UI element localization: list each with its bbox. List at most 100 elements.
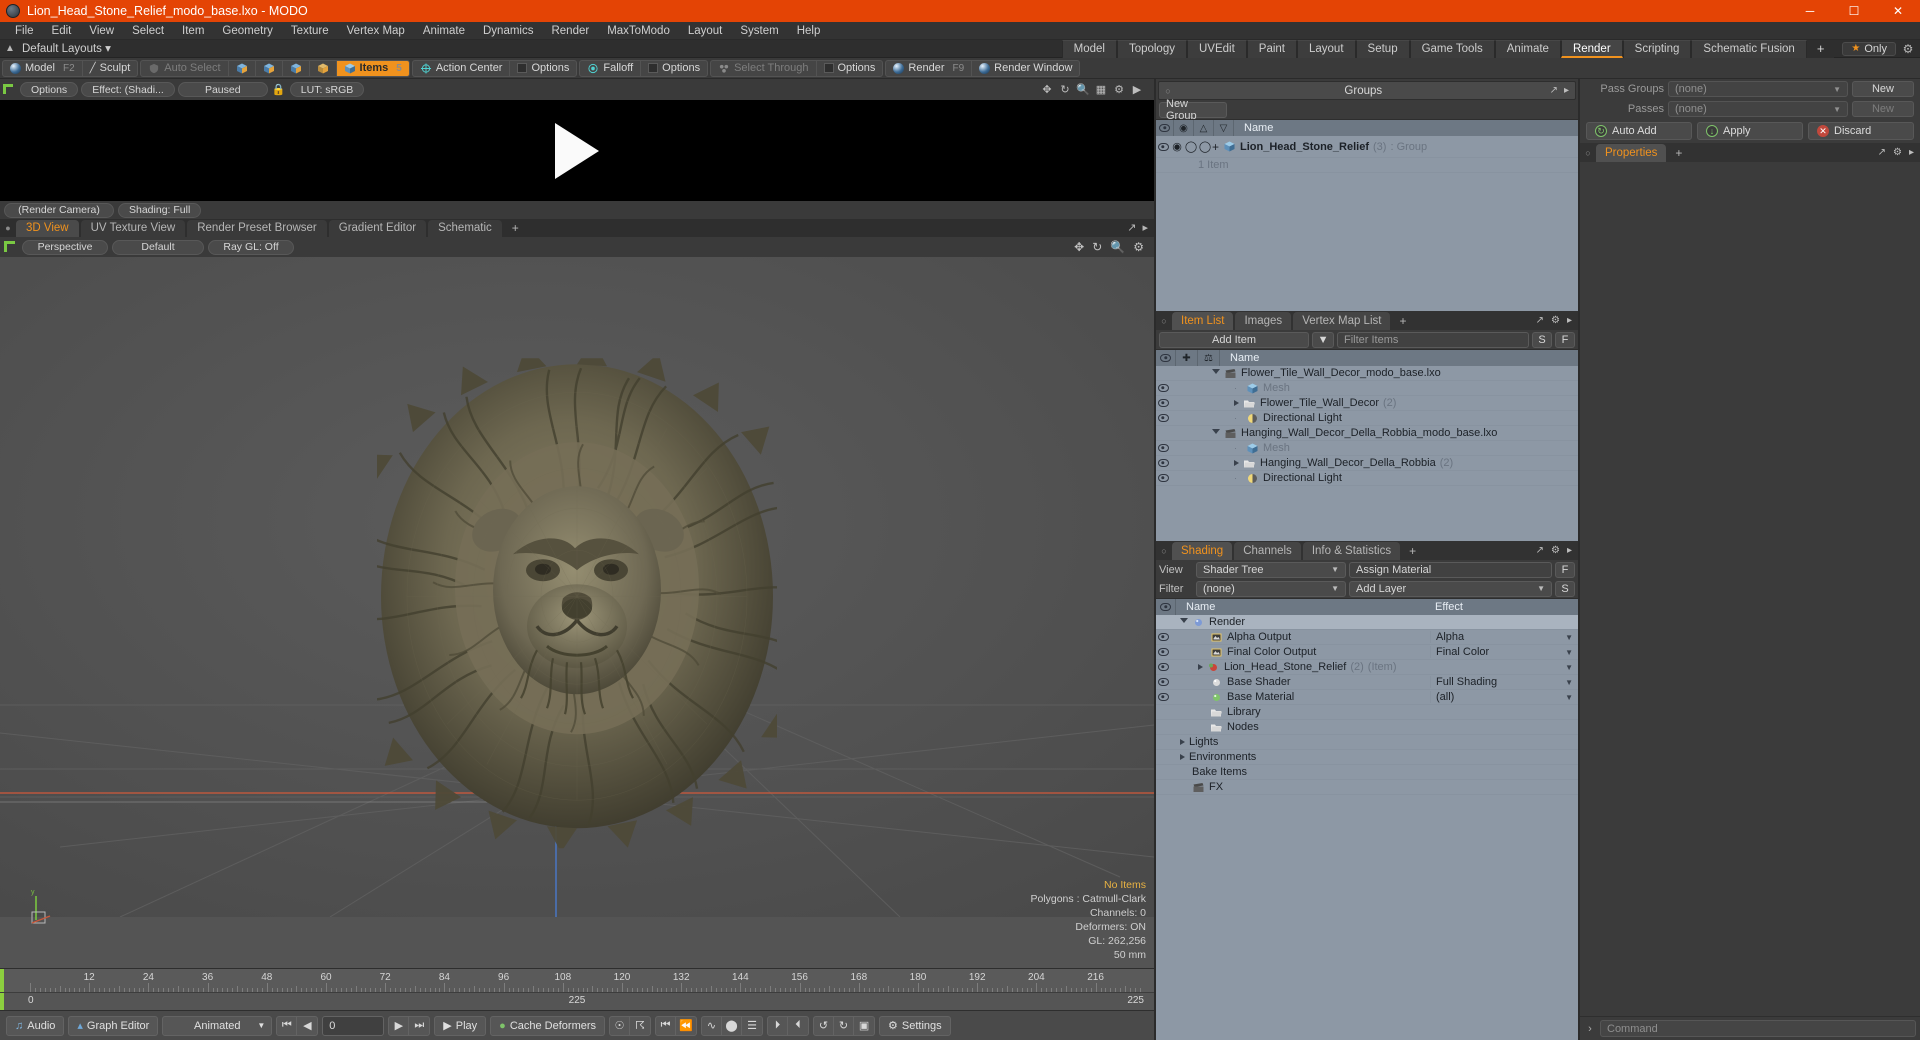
menu-select[interactable]: Select bbox=[123, 22, 173, 40]
shader-name-cell[interactable]: FX bbox=[1170, 781, 1430, 793]
panel-options-icon[interactable]: ▸ bbox=[1567, 312, 1572, 330]
gear-icon[interactable]: ⚙ bbox=[1893, 144, 1902, 162]
render-camera-dropdown[interactable]: (Render Camera) bbox=[4, 202, 114, 218]
items-mode-button[interactable]: Items 5 bbox=[335, 60, 409, 76]
render-button[interactable]: Render F9 bbox=[886, 61, 971, 76]
item-name-cell[interactable]: Hanging_Wall_Decor_Della_Robbia_modo_bas… bbox=[1198, 427, 1578, 439]
table-row[interactable]: Nodes bbox=[1156, 720, 1578, 735]
shading-s-button[interactable]: S bbox=[1555, 580, 1575, 597]
expand-triangle-icon[interactable] bbox=[1234, 460, 1239, 466]
row-eye-toggle[interactable] bbox=[1156, 459, 1170, 467]
add-tab-button[interactable]: + bbox=[1402, 542, 1423, 560]
eye-icon[interactable] bbox=[1157, 693, 1169, 701]
item-name-cell[interactable]: Hanging_Wall_Decor_Della_Robbia (2) bbox=[1198, 457, 1578, 469]
render-preview-paused-button[interactable]: Paused bbox=[177, 82, 268, 97]
panel-menu-icon[interactable]: ○ bbox=[1156, 312, 1172, 330]
collapse-triangle-icon[interactable] bbox=[1180, 618, 1188, 626]
panel-menu-icon[interactable]: ○ bbox=[1580, 144, 1596, 162]
panel-menu-icon[interactable]: ○ bbox=[1159, 86, 1177, 96]
eye-icon[interactable] bbox=[1157, 384, 1169, 392]
falloff-button[interactable]: Falloff bbox=[580, 61, 640, 76]
timeline-ruler[interactable]: 12 24 36 48 60 72 84 96 108 120 132 144 156 168 180 192… bbox=[0, 969, 1154, 993]
assign-material-button[interactable]: Assign Material bbox=[1349, 561, 1552, 578]
gear-icon[interactable]: ⚙ bbox=[1896, 42, 1920, 56]
tab-item-list[interactable]: Item List bbox=[1172, 312, 1234, 330]
model-mode-button[interactable]: Model F2 bbox=[3, 61, 82, 76]
item-name-cell[interactable]: · Directional Light bbox=[1198, 472, 1578, 484]
shader-name-cell[interactable]: Alpha Output bbox=[1170, 631, 1430, 643]
eye-icon[interactable] bbox=[1157, 648, 1169, 656]
row-eye-toggle[interactable] bbox=[1156, 414, 1170, 422]
shader-name-cell[interactable]: Base Material bbox=[1170, 691, 1430, 703]
row-eye-toggle[interactable] bbox=[1156, 648, 1170, 656]
vertex-mode-button[interactable] bbox=[227, 60, 255, 76]
add-viewport-tab-button[interactable]: + bbox=[504, 220, 527, 237]
auto-select-button[interactable]: Auto Select bbox=[141, 61, 227, 76]
shader-effect-cell[interactable]: Full Shading ▼ bbox=[1430, 676, 1578, 688]
falloff-options-button[interactable]: Options bbox=[640, 60, 707, 76]
row-eye-toggle[interactable] bbox=[1156, 384, 1170, 392]
row-eye-toggle[interactable] bbox=[1156, 633, 1170, 641]
current-frame-input[interactable]: 0 bbox=[322, 1015, 385, 1036]
layout-tab-uvedit[interactable]: UVEdit bbox=[1186, 39, 1247, 58]
expand-triangle-icon[interactable] bbox=[1180, 739, 1185, 745]
layout-tab-game-tools[interactable]: Game Tools bbox=[1409, 39, 1495, 58]
key-remove-icon[interactable]: ☈ bbox=[630, 1017, 650, 1035]
render-preview-canvas[interactable] bbox=[0, 100, 1154, 201]
zoom-icon[interactable]: 🔍 bbox=[1110, 240, 1125, 254]
list-item[interactable]: · Mesh bbox=[1156, 441, 1578, 456]
raygl-dropdown[interactable]: Ray GL: Off bbox=[208, 239, 294, 255]
zoom-icon[interactable]: 🔍 bbox=[1075, 83, 1091, 96]
expand-triangle-icon[interactable] bbox=[1180, 754, 1185, 760]
maximize-button[interactable]: ☐ bbox=[1832, 0, 1876, 22]
table-row[interactable]: 1 Item bbox=[1156, 158, 1578, 173]
shader-effect-cell[interactable]: (all) ▼ bbox=[1430, 691, 1578, 703]
next-key-icon[interactable]: ⏵ bbox=[768, 1016, 789, 1035]
go-to-end-icon[interactable]: ⏭ bbox=[409, 1017, 429, 1035]
home-icon[interactable]: ▲ bbox=[0, 43, 20, 54]
shader-name-cell[interactable]: Lights bbox=[1170, 736, 1430, 748]
play-icon[interactable]: ▶ bbox=[1129, 83, 1145, 96]
collapse-triangle-icon[interactable] bbox=[1212, 369, 1220, 377]
go-to-start-icon[interactable]: ⏮ bbox=[277, 1016, 298, 1035]
polygon-mode-button[interactable] bbox=[281, 60, 309, 76]
step-back-icon[interactable]: ◀ bbox=[297, 1017, 317, 1035]
tab-info-statistics[interactable]: Info & Statistics bbox=[1302, 542, 1401, 560]
table-row[interactable]: Lion_Head_Stone_Relief (2) (Item) ▼ bbox=[1156, 660, 1578, 675]
menu-texture[interactable]: Texture bbox=[282, 22, 338, 40]
apply-button[interactable]: ↓ Apply bbox=[1697, 122, 1803, 140]
row-render-toggle[interactable]: ◉ bbox=[1170, 140, 1184, 153]
menu-system[interactable]: System bbox=[731, 22, 787, 40]
eye-icon[interactable] bbox=[1157, 678, 1169, 686]
chevron-down-icon[interactable]: ▼ bbox=[1565, 663, 1573, 672]
row-select-toggle[interactable]: ◯ bbox=[1184, 140, 1198, 153]
menu-geometry[interactable]: Geometry bbox=[213, 22, 282, 40]
list-item[interactable]: · Directional Light bbox=[1156, 471, 1578, 486]
panel-menu-icon[interactable]: ○ bbox=[1156, 542, 1172, 560]
cycle-icon[interactable]: ↺ bbox=[814, 1016, 835, 1035]
range-start-icon[interactable]: ⏮ bbox=[656, 1016, 677, 1035]
shader-name-cell[interactable]: Lion_Head_Stone_Relief (2) (Item) bbox=[1170, 661, 1430, 673]
row-lock-toggle[interactable]: ◯ bbox=[1198, 140, 1212, 153]
play-button[interactable]: ▶ Play bbox=[434, 1015, 487, 1036]
list-item[interactable]: Flower_Tile_Wall_Decor (2) bbox=[1156, 396, 1578, 411]
add-layer-dropdown[interactable]: Add Layer ▼ bbox=[1349, 580, 1552, 597]
shader-name-cell[interactable]: Render bbox=[1170, 616, 1430, 628]
add-item-dropdown-arrow[interactable]: ▼ bbox=[1312, 331, 1334, 348]
viewport-tab-uv-texture-view[interactable]: UV Texture View bbox=[80, 220, 186, 237]
tab-images[interactable]: Images bbox=[1235, 312, 1292, 330]
render-window-button[interactable]: Render Window bbox=[971, 60, 1079, 76]
table-row[interactable]: Alpha Output Alpha ▼ bbox=[1156, 630, 1578, 645]
eye-icon[interactable] bbox=[1157, 663, 1169, 671]
eye-icon[interactable] bbox=[1157, 474, 1169, 482]
panel-options-icon[interactable]: ▸ bbox=[1564, 85, 1569, 96]
channels-icon[interactable]: ☰ bbox=[742, 1017, 762, 1035]
filter-f-button[interactable]: F bbox=[1555, 331, 1575, 348]
item-name-cell[interactable]: Flower_Tile_Wall_Decor_modo_base.lxo bbox=[1198, 367, 1578, 379]
menu-view[interactable]: View bbox=[80, 22, 123, 40]
passes-dropdown[interactable]: (none) ▼ bbox=[1668, 101, 1848, 117]
maximize-icon[interactable]: ↗ bbox=[1536, 312, 1544, 330]
chevron-down-icon[interactable]: ▼ bbox=[1565, 633, 1573, 642]
shading-mode-dropdown[interactable]: Shading: Full bbox=[118, 202, 202, 218]
shader-effect-cell[interactable]: Final Color ▼ bbox=[1430, 646, 1578, 658]
